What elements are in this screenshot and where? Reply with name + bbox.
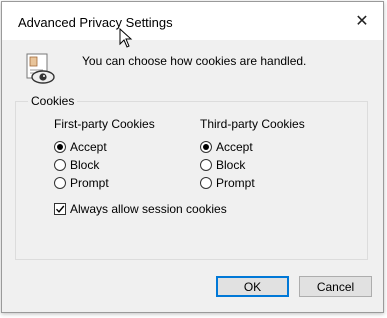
third-party-accept-radio[interactable]: Accept: [200, 140, 253, 154]
first-party-accept-radio[interactable]: Accept: [54, 140, 107, 154]
dialog-title: Advanced Privacy Settings: [18, 15, 173, 30]
close-icon: ✕: [355, 13, 369, 30]
radio-label: Prompt: [216, 176, 255, 190]
cancel-button[interactable]: Cancel: [299, 276, 372, 297]
checkbox-checked[interactable]: [54, 203, 66, 215]
cookies-group: Cookies First-party Cookies Accept Block…: [15, 94, 368, 260]
third-party-title: Third-party Cookies: [200, 117, 305, 131]
radio-selected[interactable]: [200, 141, 212, 153]
description-text: You can choose how cookies are handled.: [82, 54, 307, 68]
radio-label: Block: [216, 158, 246, 172]
session-cookies-checkbox[interactable]: Always allow session cookies: [54, 202, 227, 216]
radio-unselected[interactable]: [54, 159, 66, 171]
checkbox-label: Always allow session cookies: [70, 202, 227, 216]
ok-button[interactable]: OK: [216, 276, 289, 297]
radio-label: Block: [70, 158, 100, 172]
title-bar[interactable]: Advanced Privacy Settings ✕: [2, 2, 383, 40]
radio-unselected[interactable]: [200, 177, 212, 189]
radio-label: Accept: [216, 140, 253, 154]
first-party-prompt-radio[interactable]: Prompt: [54, 176, 109, 190]
radio-label: Prompt: [70, 176, 109, 190]
cookies-group-label: Cookies: [28, 94, 78, 108]
mouse-cursor-icon: [119, 28, 133, 48]
third-party-prompt-radio[interactable]: Prompt: [200, 176, 255, 190]
close-button[interactable]: ✕: [351, 10, 373, 32]
check-icon: [55, 205, 65, 213]
radio-unselected[interactable]: [54, 177, 66, 189]
radio-unselected[interactable]: [200, 159, 212, 171]
radio-label: Accept: [70, 140, 107, 154]
first-party-block-radio[interactable]: Block: [54, 158, 99, 172]
third-party-block-radio[interactable]: Block: [200, 158, 245, 172]
privacy-settings-dialog: Advanced Privacy Settings ✕ You can choo…: [1, 1, 384, 313]
first-party-title: First-party Cookies: [54, 117, 155, 131]
radio-selected[interactable]: [54, 141, 66, 153]
privacy-eye-icon: [26, 53, 55, 84]
